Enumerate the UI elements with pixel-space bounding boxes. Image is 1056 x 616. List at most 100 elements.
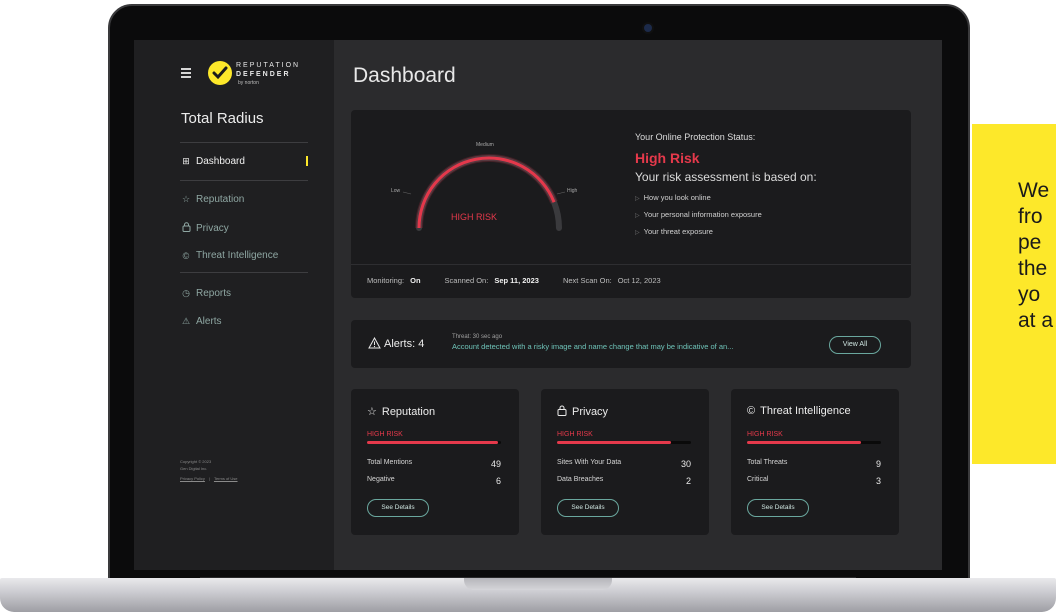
sidebar-item-label: Alerts <box>196 316 222 327</box>
scan-meta-row: Monitoring: On Scanned On: Sep 11, 2023 … <box>367 276 661 285</box>
stat-row: Total Mentions 49 <box>367 459 501 469</box>
see-details-button[interactable]: See Details <box>747 499 809 517</box>
card-title-text: Threat Intelligence <box>760 405 851 417</box>
alerts-panel: Alerts: 4 Threat: 30 sec ago Account det… <box>351 320 911 368</box>
gauge-high-label: High <box>567 188 578 194</box>
clock-icon: ◷ <box>182 288 190 298</box>
sidebar-item-label: Privacy <box>196 222 229 234</box>
terms-of-use-link[interactable]: Terms of Use <box>214 476 238 481</box>
legal-links: Privacy Policy | Terms of Use <box>180 476 238 481</box>
sidebar-item-alerts[interactable]: ⚠ Alerts <box>181 316 222 327</box>
lock-icon <box>181 222 191 234</box>
bullet-arrow-icon: ▷ <box>635 213 640 219</box>
camera-dot <box>644 24 652 32</box>
sidebar-item-label: Reputation <box>196 194 245 205</box>
menu-icon[interactable] <box>181 68 191 80</box>
privacy-policy-link[interactable]: Privacy Policy <box>180 476 205 481</box>
assessment-bullet: ▷ Your personal information exposure <box>635 210 762 219</box>
card-title-text: Reputation <box>381 405 436 418</box>
risk-bar-fill <box>747 441 861 444</box>
risk-bar <box>367 441 501 444</box>
alert-message[interactable]: Account detected with a risky image and … <box>452 342 797 351</box>
alert-timestamp: Threat: 30 sec ago <box>452 334 503 340</box>
next-scan-label: Next Scan On: <box>562 276 612 285</box>
monitoring-label: Monitoring: <box>367 276 405 285</box>
stat-row: Sites With Your Data 30 <box>557 459 691 469</box>
stat-label: Negative <box>367 476 395 483</box>
status-value: High Risk <box>635 150 700 166</box>
lock-icon <box>557 405 567 419</box>
warning-icon <box>368 337 381 349</box>
sidebar: REPUTATION DEFENDER by norton Total Radi… <box>134 40 334 570</box>
warning-icon: ⚠ <box>181 316 191 326</box>
scanned-value: Sep 11, 2023 <box>494 276 539 285</box>
risk-bar-fill <box>557 441 671 444</box>
bullet-text: Your personal information exposure <box>643 210 762 219</box>
bullet-text: Your threat exposure <box>643 227 713 236</box>
sidebar-item-reports[interactable]: ◷ Reports <box>181 288 231 299</box>
sidebar-item-threat-intelligence[interactable]: © Threat Intelligence <box>181 250 279 261</box>
threat-icon: © <box>182 250 190 261</box>
sidebar-divider <box>180 180 308 181</box>
logo-text: DEFENDER <box>236 71 291 78</box>
view-all-button[interactable]: View All <box>829 336 881 354</box>
app-screen: REPUTATION DEFENDER by norton Total Radi… <box>134 40 942 570</box>
side-card-line: We <box>1018 179 1050 202</box>
panel-divider <box>351 264 911 265</box>
stat-row: Negative 6 <box>367 476 501 486</box>
risk-bar-fill <box>367 441 499 444</box>
privacy-card: Privacy HIGH RISK Sites With Your Data 3… <box>541 389 709 535</box>
active-indicator <box>306 156 308 166</box>
status-caption: Your Online Protection Status: <box>635 132 756 142</box>
stat-label: Sites With Your Data <box>557 459 622 466</box>
side-card-line: yo <box>1018 283 1041 306</box>
stat-row: Total Threats 9 <box>747 459 881 469</box>
sidebar-item-privacy[interactable]: Privacy <box>181 222 229 234</box>
sidebar-divider <box>180 272 308 273</box>
scanned-label: Scanned On: <box>444 276 489 285</box>
risk-bar <box>557 441 691 444</box>
reputation-card: ☆ Reputation HIGH RISK Total Mentions 49… <box>351 389 519 535</box>
copyright-text: Copyright © 2023 <box>180 459 212 464</box>
sidebar-item-label: Threat Intelligence <box>196 250 279 261</box>
stat-value: 2 <box>685 476 691 486</box>
monitoring-value: On <box>410 276 421 285</box>
bullet-arrow-icon: ▷ <box>635 230 640 236</box>
copyright-company: Gen Digital Inc. <box>180 466 208 471</box>
side-card-line: the <box>1018 257 1048 280</box>
gauge-risk-text: HIGH RISK <box>451 212 498 222</box>
side-promo-card: We fro pe the yo at a <box>972 124 1056 464</box>
stat-value: 49 <box>490 459 501 469</box>
sidebar-item-reputation[interactable]: ☆ Reputation <box>181 194 244 205</box>
stat-label: Critical <box>747 476 769 483</box>
gauge-low-label: Low <box>391 188 401 194</box>
sidebar-item-dashboard[interactable]: ⊞ Dashboard <box>181 156 245 167</box>
risk-bar <box>747 441 881 444</box>
next-scan-value: Oct 12, 2023 <box>617 276 661 285</box>
logo-check-icon <box>208 61 232 85</box>
card-title: ☆ Reputation <box>367 405 436 419</box>
logo-subtext: by norton <box>238 80 259 86</box>
grid-icon: ⊞ <box>182 156 190 166</box>
alerts-count: Alerts: 4 <box>384 338 425 350</box>
threat-icon: © <box>747 405 756 417</box>
stat-label: Total Mentions <box>367 459 413 466</box>
stat-row: Data Breaches 2 <box>557 476 691 486</box>
bullet-text: How you look online <box>643 193 711 202</box>
star-icon: ☆ <box>181 194 191 204</box>
card-title-text: Privacy <box>572 406 609 418</box>
assessment-bullet: ▷ Your threat exposure <box>635 227 713 236</box>
stat-label: Data Breaches <box>557 476 604 483</box>
see-details-button[interactable]: See Details <box>557 499 619 517</box>
stat-value: 6 <box>495 476 501 486</box>
see-details-button[interactable]: See Details <box>367 499 429 517</box>
stat-value: 3 <box>875 476 881 486</box>
link-separator: | <box>208 476 210 481</box>
side-card-line: at a <box>1018 309 1054 332</box>
stat-value: 9 <box>875 459 881 469</box>
risk-label: HIGH RISK <box>367 431 403 438</box>
assessment-bullet: ▷ How you look online <box>635 193 711 202</box>
risk-label: HIGH RISK <box>557 431 593 438</box>
stat-row: Critical 3 <box>747 476 881 486</box>
assessment-title: Your risk assessment is based on: <box>635 170 817 184</box>
